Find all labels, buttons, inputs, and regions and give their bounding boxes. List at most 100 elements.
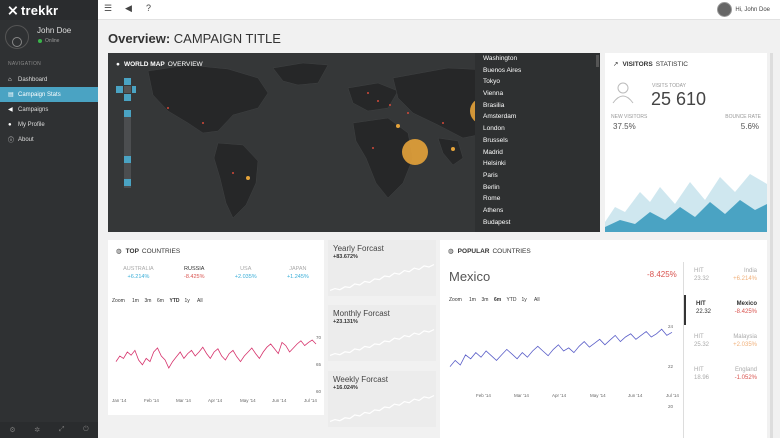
power-icon[interactable]: ⏻: [83, 426, 89, 434]
x-tick-label: Feb '14: [476, 393, 491, 398]
popular-country-chart[interactable]: Zoom 1m 3m 6m YTD 1y All 24 22 20 Feb '14 Mar '14 Ap…: [440, 288, 680, 438]
hit-label: HIT: [694, 367, 704, 373]
x-tick-label: May '14: [590, 393, 606, 398]
range-button-ytd[interactable]: YTD: [507, 297, 517, 303]
range-button-1y[interactable]: 1y: [522, 297, 528, 303]
nav-header: NAVIGATION: [8, 61, 42, 67]
country-name: England: [734, 367, 757, 373]
zoom-slider-handle[interactable]: [124, 156, 131, 163]
forecast-card[interactable]: Monthly Forcast +23.131%: [328, 305, 436, 361]
country-change: +6.214%: [127, 274, 150, 280]
pan-left-button[interactable]: [116, 86, 123, 93]
range-button-all[interactable]: All: [534, 297, 540, 303]
city-item[interactable]: Buenos Aires: [475, 65, 600, 77]
range-button-6m[interactable]: 6m: [494, 297, 502, 303]
range-button-1y[interactable]: 1y: [185, 298, 191, 304]
hit-value: 23.32: [694, 276, 710, 282]
pan-reset-button[interactable]: [124, 86, 131, 93]
country-stat[interactable]: RUSSIA -8.425%: [184, 266, 205, 286]
visits-today-value: 25 610: [651, 89, 707, 109]
city-item[interactable]: Berlin: [475, 182, 600, 194]
globe-icon: ◍: [448, 248, 454, 255]
zoom-label: Zoom: [112, 298, 125, 304]
forecast-card[interactable]: Weekly Forcast +16.024%: [328, 371, 436, 427]
x-tick-label: Jul '14: [304, 398, 317, 403]
chart-icon: ▤: [8, 92, 14, 98]
forecast-sparkline: [329, 394, 435, 422]
country-name: JAPAN: [289, 266, 307, 272]
y-tick-label: 65: [316, 362, 322, 367]
top-countries-title: ◍ TOP COUNTRIES: [116, 247, 181, 256]
megaphone-icon: ◀: [8, 107, 13, 113]
country-change: +6.214%: [733, 276, 757, 282]
sidebar-footer: ⚙ ✲ ⤢ ⏻: [0, 422, 98, 438]
selected-country-change: -8.425%: [647, 270, 677, 279]
hit-label: HIT: [694, 268, 704, 274]
sidebar-item-my-profile[interactable]: ● My Profile: [0, 117, 98, 132]
city-item[interactable]: Helsinki: [475, 158, 600, 170]
country-stat[interactable]: JAPAN +1.245%: [287, 266, 309, 286]
sidebar-item-about[interactable]: ⓘ About: [0, 132, 98, 147]
zoom-in-button[interactable]: [124, 110, 131, 117]
scrollbar[interactable]: [596, 55, 599, 67]
app-logo[interactable]: ⨯ trekkr: [0, 0, 98, 20]
menu-icon[interactable]: ☰: [104, 3, 112, 14]
x-tick-label: Apr '14: [552, 393, 567, 398]
y-tick-label: 70: [316, 335, 322, 340]
hit-label: HIT: [694, 334, 704, 340]
range-button-3m[interactable]: 3m: [145, 298, 152, 304]
avatar[interactable]: [5, 25, 29, 49]
range-button-ytd[interactable]: YTD: [170, 298, 180, 304]
profile-block: John Doe Online: [0, 20, 98, 54]
range-button-1m[interactable]: 1m: [469, 297, 476, 303]
city-item[interactable]: Madrid: [475, 147, 600, 159]
zoom-slider-track[interactable]: [124, 110, 131, 188]
home-icon: ⌂: [8, 76, 12, 83]
popular-country-item[interactable]: HIT 23.32 India +6.214%: [684, 262, 767, 292]
city-item[interactable]: Tokyo: [475, 76, 600, 88]
city-list: Washington Buenos Aires Tokyo Vienna Brasili…: [475, 53, 600, 232]
users-icon: [612, 82, 634, 104]
range-button-1m[interactable]: 1m: [132, 298, 139, 304]
megaphone-icon[interactable]: ◀: [125, 3, 132, 14]
range-button-3m[interactable]: 3m: [482, 297, 489, 303]
city-item[interactable]: Brasilia: [475, 100, 600, 112]
popular-country-item[interactable]: HIT 18.96 England -1.052%: [684, 361, 767, 391]
top-countries-chart[interactable]: Zoom 1m 3m 6m YTD 1y All 70 65 60 Jan '14 Feb '14 Ma…: [108, 290, 324, 415]
popular-country-item[interactable]: HIT 25.32 Malaysia +2.035%: [684, 328, 767, 358]
city-item[interactable]: Rome: [475, 193, 600, 205]
sidebar-item-campaign-stats[interactable]: ▤ Campaign Stats: [0, 87, 98, 102]
sidebar-item-campaigns[interactable]: ◀ Campaigns: [0, 102, 98, 117]
new-visitors-label: NEW VISITORS: [611, 114, 648, 120]
settings-icon[interactable]: ⚙: [9, 426, 15, 434]
forecast-card[interactable]: Yearly Forcast +83.672%: [328, 240, 436, 296]
zoom-out-button[interactable]: [124, 179, 131, 186]
popular-country-item[interactable]: HIT 22.32 Mexico -8.425%: [684, 295, 767, 325]
sidebar-item-dashboard[interactable]: ⌂ Dashboard: [0, 72, 98, 87]
gear-icon[interactable]: ✲: [34, 426, 40, 434]
city-item[interactable]: Paris: [475, 170, 600, 182]
pan-up-button[interactable]: [124, 78, 131, 85]
country-stat[interactable]: USA +2.035%: [235, 266, 257, 286]
range-button-all[interactable]: All: [197, 298, 203, 304]
city-item[interactable]: Budapest: [475, 217, 600, 229]
country-stat[interactable]: AUSTRALIA +6.214%: [123, 266, 154, 286]
x-tick-label: Jul '14: [666, 393, 679, 398]
y-tick-label: 22: [668, 364, 674, 369]
forecast-sparkline: [329, 328, 435, 356]
user-icon: ●: [8, 121, 12, 128]
city-item[interactable]: Washington: [475, 53, 600, 65]
country-change: -8.425%: [184, 274, 205, 280]
fullscreen-icon[interactable]: ⤢: [59, 426, 65, 434]
city-item[interactable]: Athens: [475, 205, 600, 217]
pan-right-button[interactable]: [132, 86, 136, 93]
city-item[interactable]: Amsterdam: [475, 111, 600, 123]
page-scrollbar[interactable]: [770, 53, 773, 438]
help-icon[interactable]: ?: [146, 3, 151, 13]
user-menu[interactable]: Hi, John Doe: [717, 2, 770, 17]
range-button-6m[interactable]: 6m: [157, 298, 164, 304]
city-item[interactable]: Brussels: [475, 135, 600, 147]
pan-down-button[interactable]: [124, 94, 131, 101]
city-item[interactable]: London: [475, 123, 600, 135]
city-item[interactable]: Vienna: [475, 88, 600, 100]
